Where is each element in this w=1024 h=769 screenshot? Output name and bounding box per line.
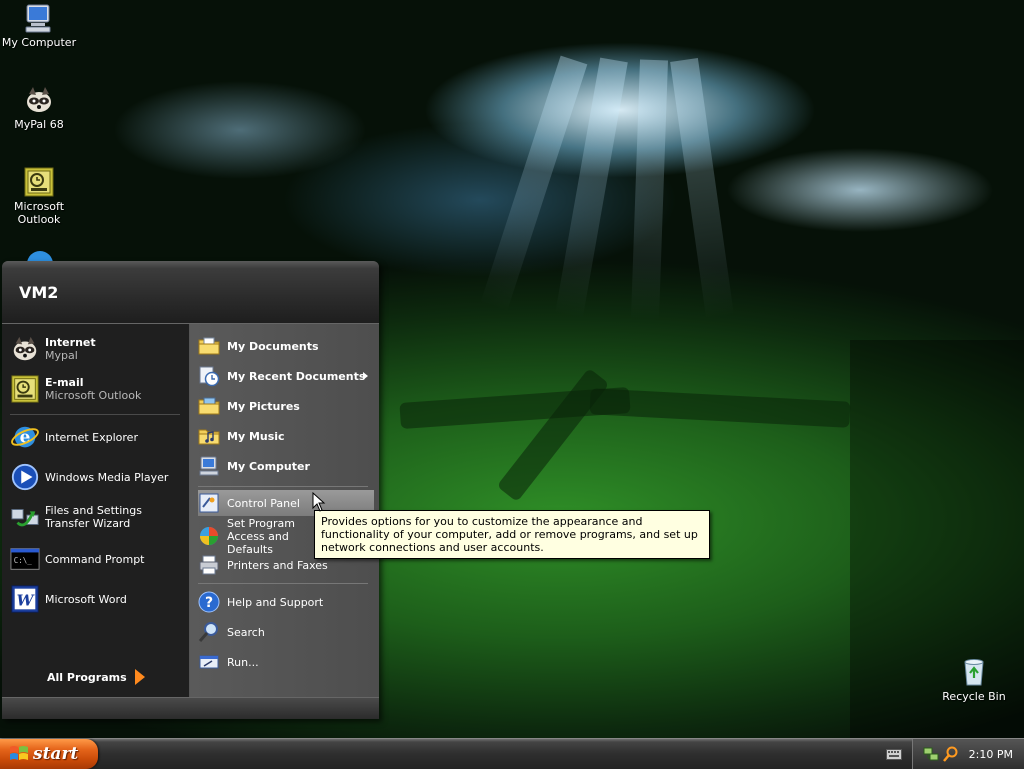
folder-pictures-icon (198, 397, 220, 415)
command-prompt-icon: C:\_ (10, 548, 40, 570)
desktop-icon-recycle-bin[interactable]: Recycle Bin (935, 656, 1013, 703)
menu-separator (198, 486, 368, 487)
desktop-icon-my-computer[interactable]: My Computer (0, 2, 78, 49)
place-label: My Documents (227, 339, 319, 353)
start-menu-footer (2, 697, 379, 719)
svg-text:W: W (17, 592, 36, 610)
internet-explorer-icon (27, 251, 53, 262)
internet-explorer-icon: e (11, 427, 39, 448)
place-my-music[interactable]: My Music (198, 423, 374, 449)
desktop-icon-label: Recycle Bin (942, 690, 1006, 703)
folder-documents-icon (198, 337, 220, 355)
help-icon: ? (198, 591, 220, 613)
arrow-right-icon (134, 669, 145, 685)
computer-icon (199, 456, 219, 476)
media-player-icon (11, 463, 39, 491)
transfer-wizard-icon (11, 509, 39, 527)
submenu-arrow-icon (363, 372, 368, 380)
clock[interactable]: 2:10 PM (969, 748, 1013, 761)
recent-windows-media-player[interactable]: Windows Media Player (10, 460, 186, 494)
recent-item-label: Internet Explorer (45, 430, 138, 444)
folder-music-icon (198, 429, 220, 445)
svg-text:C:\_: C:\_ (14, 556, 33, 565)
run-item[interactable]: Run... (198, 649, 374, 675)
light-ray (670, 58, 735, 320)
start-menu-left-pane: Internet Mypal E-mail Microsoft Outlook … (2, 324, 190, 697)
network-icon[interactable] (923, 746, 939, 762)
search-item[interactable]: Search (198, 619, 374, 645)
outlook-icon (11, 375, 39, 403)
place-my-computer[interactable]: My Computer (198, 453, 374, 479)
desktop-icon-label: MyPal 68 (14, 118, 64, 131)
wallpaper-logo-bar (589, 388, 851, 428)
settings-label: Set Program Access and Defaults (227, 516, 295, 556)
search-icon (198, 622, 218, 642)
mouse-cursor-icon (312, 492, 326, 512)
pinned-internet[interactable]: Internet Mypal (10, 332, 186, 366)
pinned-item-subtitle: Microsoft Outlook (45, 389, 142, 402)
windows-logo-icon (10, 746, 28, 760)
outlook-icon (24, 167, 54, 197)
keyboard-icon[interactable] (886, 747, 902, 761)
word-icon: W (11, 585, 39, 613)
program-access-icon (200, 527, 218, 545)
printer-icon (199, 555, 219, 575)
start-label: start (33, 744, 79, 764)
recent-item-label: Microsoft Word (45, 592, 127, 606)
desktop-icon-mypal[interactable]: MyPal 68 (0, 84, 78, 131)
place-my-recent-documents[interactable]: My Recent Documents (198, 363, 374, 389)
settings-label: Printers and Faxes (227, 558, 328, 572)
start-menu-header: VM2 (2, 261, 379, 324)
place-label: My Recent Documents (227, 369, 366, 383)
all-programs-label: All Programs (47, 670, 127, 684)
raccoon-icon (13, 336, 37, 361)
help-label: Run... (227, 655, 259, 669)
recent-item-label: Windows Media Player (45, 470, 169, 484)
pinned-item-title: E-mail (45, 376, 84, 389)
all-programs-button[interactable]: All Programs (47, 669, 145, 685)
help-label: Search (227, 625, 265, 639)
light-ray (630, 59, 668, 321)
recent-microsoft-word[interactable]: W Microsoft Word (10, 582, 186, 616)
recent-command-prompt[interactable]: C:\_ Command Prompt (10, 542, 186, 576)
computer-icon (25, 4, 51, 33)
place-my-documents[interactable]: My Documents (198, 333, 374, 359)
pinned-email[interactable]: E-mail Microsoft Outlook (10, 372, 186, 406)
raccoon-icon (27, 87, 51, 112)
wallpaper-logo-bar (496, 367, 610, 503)
recent-documents-icon (199, 366, 220, 387)
pinned-item-subtitle: Mypal (45, 349, 78, 362)
place-label: My Pictures (227, 399, 300, 413)
settings-label: Control Panel (227, 496, 300, 510)
recent-item-label: Command Prompt (45, 552, 145, 566)
desktop-icon-label: My Computer (1, 36, 77, 49)
start-button[interactable]: start (0, 739, 98, 769)
recycle-bin-icon (964, 659, 984, 686)
user-name: VM2 (19, 283, 59, 302)
svg-text:?: ? (205, 595, 213, 611)
recent-files-settings-transfer[interactable]: Files and Settings Transfer Wizard (10, 500, 186, 534)
recent-item-label: Files and Settings Transfer Wizard (45, 504, 142, 530)
taskbar: start 2:10 PM (0, 738, 1024, 769)
desktop-icon-outlook[interactable]: Microsoft Outlook (0, 166, 78, 226)
menu-separator (10, 414, 180, 415)
recent-internet-explorer[interactable]: e Internet Explorer (10, 420, 186, 454)
control-panel-tooltip: Provides options for you to customize th… (314, 510, 710, 559)
menu-separator (198, 583, 368, 584)
run-icon (199, 655, 219, 669)
control-panel-icon (199, 493, 219, 513)
place-label: My Computer (227, 459, 310, 473)
place-my-pictures[interactable]: My Pictures (198, 393, 374, 419)
help-label: Help and Support (227, 595, 324, 609)
pinned-item-title: Internet (45, 336, 96, 349)
start-menu: VM2 Internet Mypal E-mail Microsoft Outl… (2, 261, 379, 719)
help-and-support-item[interactable]: ? Help and Support (198, 589, 374, 615)
desktop-icon-label: Microsoft Outlook (13, 200, 65, 226)
place-label: My Music (227, 429, 285, 443)
system-tray: 2:10 PM (912, 739, 1024, 769)
search-tray-icon[interactable] (942, 746, 958, 762)
